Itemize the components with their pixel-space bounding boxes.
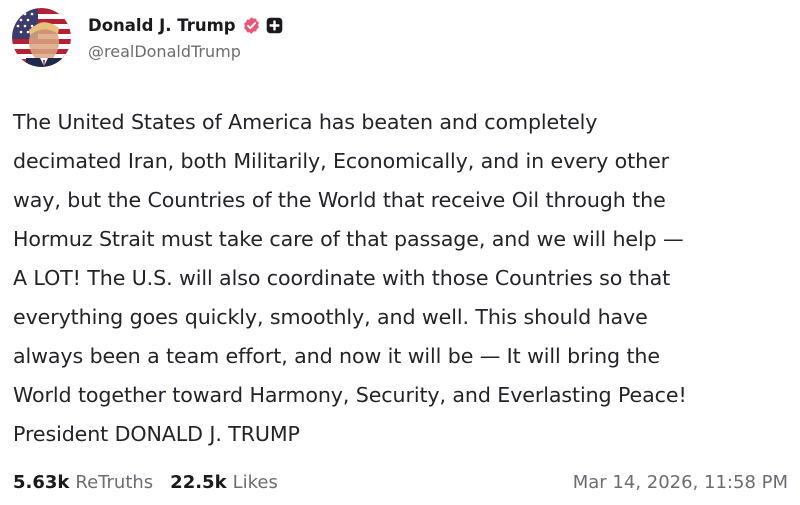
display-name[interactable]: Donald J. Trump bbox=[88, 16, 236, 35]
retruths-label: ReTruths bbox=[75, 471, 154, 493]
likes-count: 22.5k bbox=[170, 471, 227, 493]
post-footer: 5.63k ReTruths 22.5k Likes Mar 14, 2026,… bbox=[13, 467, 788, 497]
retruths-count: 5.63k bbox=[13, 471, 70, 493]
post-header: Donald J. Trump @realDonaldTrump bbox=[12, 6, 283, 68]
retruths-stat[interactable]: 5.63k ReTruths bbox=[13, 472, 153, 493]
likes-label: Likes bbox=[232, 471, 278, 493]
post-card: Donald J. Trump @realDonaldTrump The Uni… bbox=[0, 0, 800, 505]
post-timestamp[interactable]: Mar 14, 2026, 11:58 PM bbox=[573, 472, 788, 493]
author-identity: Donald J. Trump @realDonaldTrump bbox=[88, 14, 283, 61]
plus-square-icon bbox=[266, 17, 283, 34]
author-handle[interactable]: @realDonaldTrump bbox=[88, 42, 283, 61]
post-body: The United States of America has beaten … bbox=[13, 110, 687, 446]
avatar[interactable] bbox=[12, 7, 71, 67]
verified-badge-icon bbox=[242, 16, 261, 35]
likes-stat[interactable]: 22.5k Likes bbox=[170, 472, 278, 493]
name-row: Donald J. Trump bbox=[88, 14, 283, 38]
